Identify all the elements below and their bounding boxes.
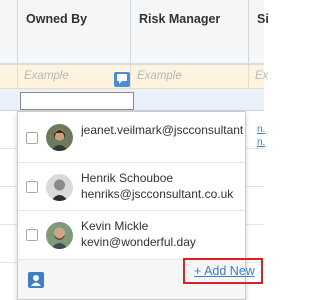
- option-primary-text: Henrik Schouboe: [81, 171, 174, 185]
- avatar: [46, 174, 73, 201]
- filter-row: Example Example Ex: [0, 65, 268, 89]
- partial-link-2[interactable]: n.: [257, 137, 265, 148]
- partial-link-1[interactable]: n.: [257, 124, 265, 135]
- avatar: [46, 222, 73, 249]
- add-new-button[interactable]: + Add New: [183, 258, 263, 284]
- risk-manager-filter[interactable]: Example: [130, 65, 248, 89]
- user-icon[interactable]: [28, 272, 44, 288]
- owned-by-input[interactable]: [20, 92, 134, 110]
- option-checkbox[interactable]: [26, 229, 38, 241]
- option-primary-text: Kevin Mickle: [81, 219, 149, 233]
- column-header-risk-manager[interactable]: Risk Manager: [130, 0, 248, 63]
- option-checkbox[interactable]: [26, 181, 38, 193]
- filter-comment-icon[interactable]: [114, 72, 130, 87]
- option-secondary-text: kevin@wonderful.day: [81, 235, 196, 249]
- grid-header: Owned By Risk Manager Sit: [0, 0, 268, 65]
- list-item[interactable]: jeanet.veilmark@jscconsultant.c...: [18, 112, 245, 163]
- option-primary-text: jeanet.veilmark@jscconsultant.c...: [81, 123, 243, 137]
- list-item[interactable]: Kevin Mickle kevin@wonderful.day: [18, 211, 245, 259]
- column-header-partial[interactable]: Sit: [248, 0, 268, 63]
- filter-cell-selector: [0, 65, 17, 89]
- option-secondary-text: henriks@jscconsultant.co.uk: [81, 187, 234, 201]
- avatar: [46, 124, 73, 151]
- partial-column-filter[interactable]: Ex: [248, 65, 268, 89]
- row-selector-header: [0, 0, 17, 63]
- option-checkbox[interactable]: [26, 132, 38, 144]
- list-item[interactable]: Henrik Schouboe henriks@jscconsultant.co…: [18, 163, 245, 211]
- column-header-owned-by[interactable]: Owned By: [17, 0, 130, 63]
